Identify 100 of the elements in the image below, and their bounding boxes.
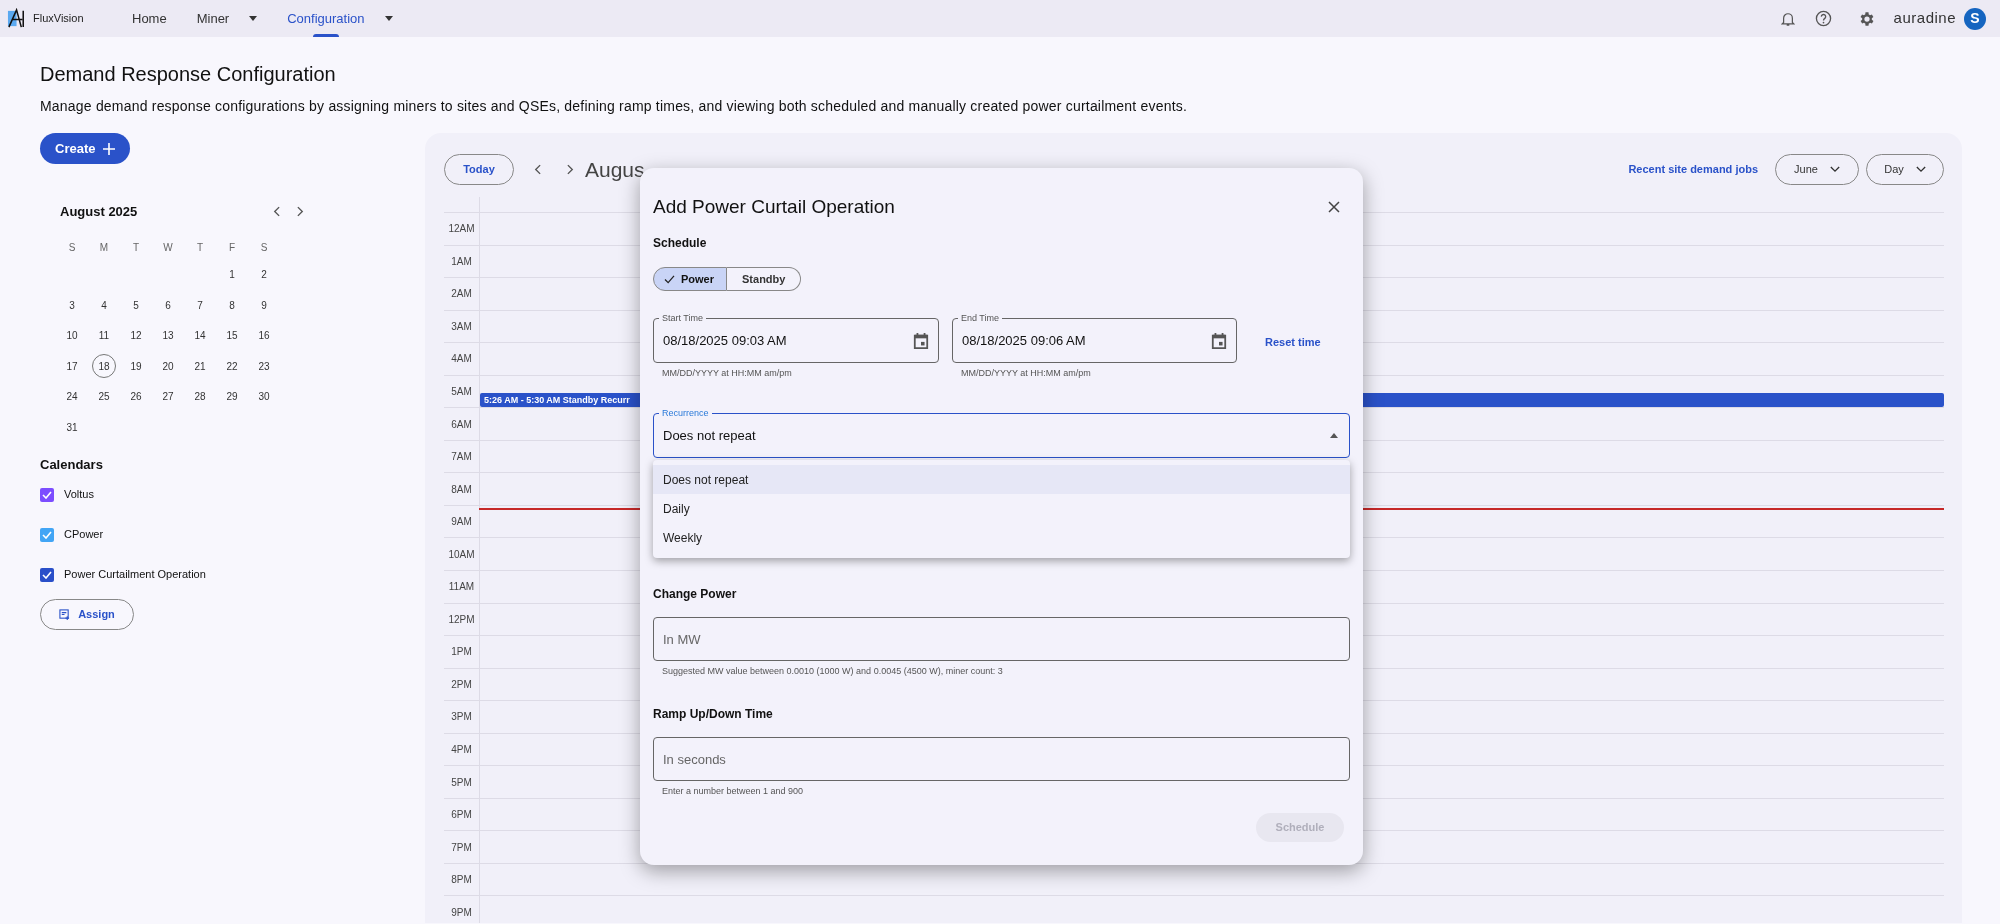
day-button[interactable]: 20 (156, 354, 180, 379)
helper-text: MM/DD/YYYY at HH:MM am/pm (961, 367, 1092, 379)
next-month-icon[interactable] (297, 206, 304, 218)
nav-tab[interactable]: Miner (196, 0, 230, 37)
day-button[interactable]: 24 (60, 384, 84, 409)
hour-label: 9PM (451, 905, 472, 920)
floating-label: Recurrence (659, 407, 712, 419)
section-label: Ramp Up/Down Time (653, 706, 774, 723)
caret-icon[interactable] (384, 16, 393, 21)
day-button[interactable]: 7 (188, 293, 212, 318)
calendar-icon[interactable] (1211, 331, 1227, 350)
day-button[interactable]: 5 (124, 293, 148, 318)
chevron-down-icon (1829, 166, 1840, 173)
power-field[interactable]: In MW (653, 617, 1350, 661)
dropdown-arrow-icon[interactable] (1330, 433, 1338, 438)
weekday-label: S (260, 241, 268, 255)
day-button[interactable]: 9 (252, 293, 276, 318)
hour-label: 1AM (451, 254, 472, 269)
helper-text: MM/DD/YYYY at HH:MM am/pm (662, 367, 793, 379)
recent-jobs-link[interactable]: Recent site demand jobs (1628, 161, 1758, 178)
menu-item[interactable]: Weekly (653, 523, 1350, 552)
day-button[interactable]: 4 (92, 293, 116, 318)
hour-label: 8AM (451, 482, 472, 497)
floating-label: Start Time (659, 312, 706, 324)
weekday-label: W (163, 241, 173, 255)
day-button[interactable]: 27 (156, 384, 180, 409)
checkbox[interactable] (40, 567, 54, 582)
day-button[interactable]: 6 (156, 293, 180, 318)
weekday-label: S (68, 241, 76, 255)
menu-item[interactable]: Does not repeat (653, 465, 1350, 494)
checkbox[interactable] (40, 487, 54, 502)
assign-icon (59, 609, 71, 620)
segment-button[interactable]: Power (653, 267, 727, 291)
calendars-heading: Calendars (40, 455, 104, 474)
day-button[interactable]: 8 (220, 293, 244, 318)
day-button[interactable]: 2 (252, 262, 276, 287)
day-button[interactable]: 13 (156, 323, 180, 348)
help-icon[interactable] (1814, 10, 1832, 27)
day-button[interactable]: 22 (220, 354, 244, 379)
day-button[interactable]: 15 (220, 323, 244, 348)
day-button[interactable]: 25 (92, 384, 116, 409)
previous-month-icon[interactable] (273, 206, 280, 218)
date-title: Augus (585, 156, 645, 183)
previous-day-icon[interactable] (534, 164, 541, 175)
helper-text: Suggested MW value between 0.0010 (1000 W) and 0.0045 (4500 W), miner count: 3 (662, 665, 1004, 677)
day-button[interactable]: 17 (60, 354, 84, 379)
day-button[interactable]: 10 (60, 323, 84, 348)
plus-icon (103, 142, 116, 155)
calendar-icon[interactable] (913, 331, 929, 350)
day-button[interactable]: 21 (188, 354, 212, 379)
day-button[interactable]: 11 (92, 323, 116, 348)
hour-label: 6AM (451, 417, 472, 432)
hour-label: 2AM (451, 287, 472, 302)
nav-tab[interactable]: Home (132, 0, 167, 37)
day-button[interactable]: 3 (60, 293, 84, 318)
floating-label: End Time (958, 312, 1003, 324)
reset-time-link[interactable]: Reset time (1265, 334, 1321, 348)
day-button[interactable]: 12 (124, 323, 148, 348)
day-button[interactable]: 26 (124, 384, 148, 409)
day-button[interactable]: 1 (220, 262, 244, 287)
brand-name[interactable]: FluxVision (33, 10, 84, 27)
create-button[interactable]: Create (40, 133, 131, 164)
ramp-field[interactable]: In seconds (653, 737, 1350, 781)
chevron-down-icon (1915, 166, 1926, 173)
hour-label: 12PM (448, 612, 475, 627)
check-icon (664, 274, 675, 284)
day-button[interactable]: 16 (252, 323, 276, 348)
dialog-title: Add Power Curtail Operation (653, 194, 895, 219)
day-button[interactable]: 19 (124, 354, 148, 379)
day-button[interactable]: 30 (252, 384, 276, 409)
hour-label: 11AM (448, 580, 475, 595)
user-avatar[interactable]: S (1964, 7, 1986, 30)
section-label: Schedule (653, 235, 708, 252)
hour-label: 4PM (451, 743, 472, 757)
weekday-label: T (132, 241, 140, 255)
page-description: Manage demand response configurations by assigning miners to sites and QSEs, defining ramp times, and viewing both scheduled and manually created power curtailment events. (40, 97, 1189, 115)
day-button[interactable]: 31 (60, 415, 84, 440)
day-button[interactable]: 29 (220, 384, 244, 409)
hour-label: 4AM (451, 352, 472, 367)
hour-label: 5PM (451, 775, 472, 790)
checkbox[interactable] (40, 527, 54, 542)
hour-label: 3PM (451, 710, 472, 725)
caret-icon[interactable] (249, 16, 258, 21)
hour-label: 8PM (451, 873, 472, 888)
day-button[interactable]: 23 (252, 354, 276, 379)
day-button[interactable]: 14 (188, 323, 212, 348)
day-button[interactable]: 28 (188, 384, 212, 409)
weekday-label: M (99, 241, 109, 255)
org-name: auradine (1893, 8, 1956, 29)
hour-label: 3AM (451, 319, 472, 334)
menu-item[interactable]: Daily (653, 494, 1350, 523)
month-title: August 2025 (60, 203, 138, 221)
hour-label: 6PM (451, 808, 472, 823)
hour-label: 7AM (451, 450, 472, 465)
close-icon[interactable] (1328, 201, 1340, 213)
nav-tab[interactable]: Configuration (287, 0, 365, 37)
hour-label: 10AM (448, 547, 475, 562)
next-day-icon[interactable] (567, 164, 574, 175)
hour-label: 7PM (451, 840, 472, 855)
bell-icon[interactable] (1780, 10, 1795, 27)
